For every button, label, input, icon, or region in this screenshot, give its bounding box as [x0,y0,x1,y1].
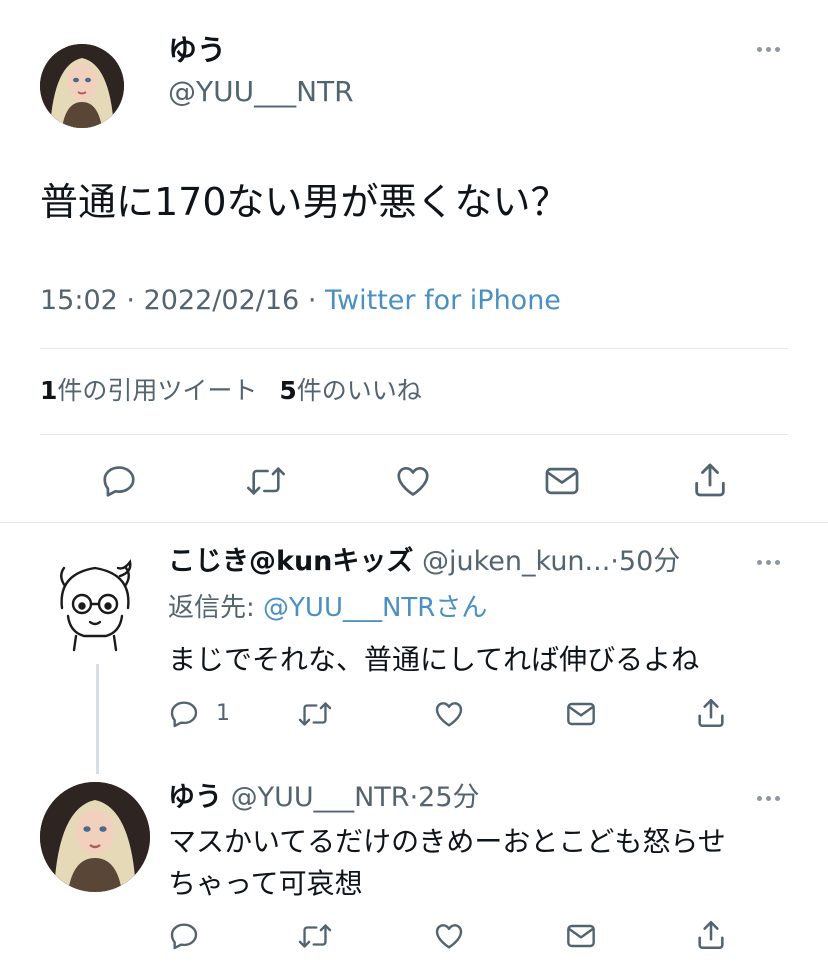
handle[interactable]: @juken_kun... [422,546,610,577]
like-label: 件のいいね [296,376,422,405]
message-icon[interactable] [564,698,598,730]
quote-count: 1 [40,376,58,405]
retweet-icon[interactable] [298,698,332,730]
divider [40,434,788,435]
reply-header: こじき@kunキッズ @juken_kun...·50分 [168,544,680,580]
likes-link[interactable]: 5件のいいね [279,376,421,405]
divider [0,522,828,523]
handle[interactable]: @YUU___NTR [168,72,354,112]
message-icon[interactable] [542,462,582,500]
like-count: 5 [279,376,297,405]
more-icon[interactable] [757,560,780,565]
reply-icon[interactable] [168,920,200,952]
timestamp-row: 15:02 · 2022/02/16 · Twitter for iPhone [40,282,561,320]
reply-age[interactable]: 25分 [418,782,479,813]
share-icon[interactable] [694,696,728,730]
reply-to-prefix: 返信先: [168,593,264,623]
reply-header: ゆう @YUU___NTR·25分 [168,780,480,816]
quote-label: 件の引用ツイート [57,376,258,405]
separator-dot: · [307,285,317,316]
retweet-icon[interactable] [246,462,286,500]
avatar[interactable] [40,546,150,656]
separator-dot: · [409,782,419,813]
reply-text-line: マスかいてるだけのきめーおとこども怒らせ [168,825,726,858]
more-icon[interactable] [757,796,780,801]
reply-text-line: ちゃって可哀想 [168,867,363,900]
reply-to-handle[interactable]: @YUU___NTRさん [263,593,487,623]
like-icon[interactable] [393,462,433,500]
more-icon[interactable] [757,47,780,52]
tweet-time: 15:02 [40,285,118,316]
quote-tweets-link[interactable]: 1件の引用ツイート [40,376,265,405]
avatar[interactable] [40,44,124,128]
display-name[interactable]: こじき@kunキッズ [168,546,413,577]
reply-icon[interactable] [168,698,200,730]
message-icon[interactable] [564,920,598,952]
reply-icon[interactable] [100,462,138,500]
separator-dot: · [610,546,619,577]
tweet-text: 普通に170ない男が悪くない？ [40,180,569,224]
divider [40,348,788,349]
avatar[interactable] [40,782,150,892]
thread-line [96,664,99,774]
reply-count: 1 [216,701,230,726]
share-icon[interactable] [690,460,730,500]
tweet-source[interactable]: Twitter for iPhone [325,285,561,316]
like-icon[interactable] [432,920,466,952]
separator-dot: · [126,285,135,316]
retweet-icon[interactable] [298,920,332,952]
reply-to-line: 返信先: @YUU___NTRさん [168,590,487,626]
like-icon[interactable] [432,698,466,730]
engagement-row: 1件の引用ツイート 5件のいいね [40,372,422,410]
share-icon[interactable] [694,918,728,952]
display-name[interactable]: ゆう [168,782,222,813]
reply-text: まじでそれな、普通にしてれば伸びるよね [168,643,700,676]
tweet-date: 2022/02/16 [143,285,300,316]
reply-age[interactable]: 50分 [619,546,680,577]
handle[interactable]: @YUU___NTR [231,782,410,813]
display-name[interactable]: ゆう [168,30,226,70]
